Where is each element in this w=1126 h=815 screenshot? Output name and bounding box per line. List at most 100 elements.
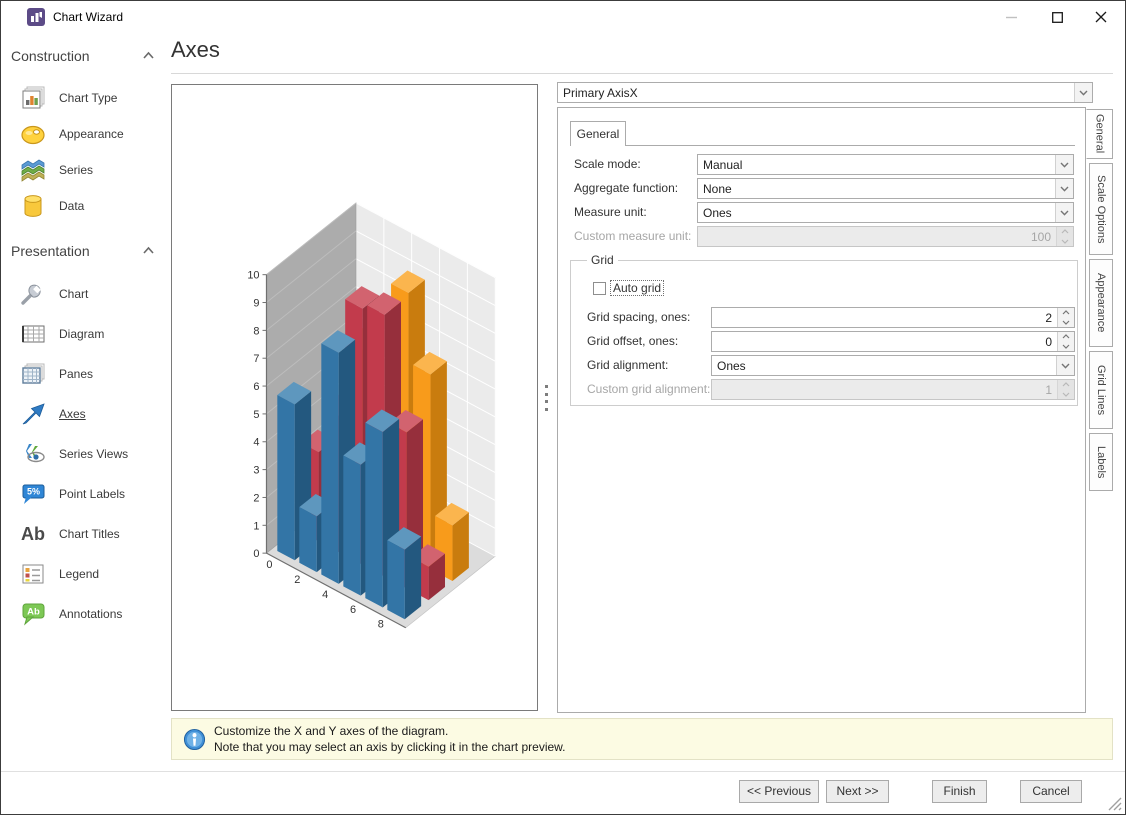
auto-grid-label: Auto grid <box>609 280 665 296</box>
previous-button[interactable]: << Previous <box>739 780 819 803</box>
sidebar-item-label: Chart Titles <box>59 527 120 541</box>
side-tab-general[interactable]: General <box>1086 109 1113 159</box>
info-text-line2: Note that you may select an axis by clic… <box>214 740 566 754</box>
chevron-down-icon <box>1079 90 1088 96</box>
chart-type-icon <box>22 86 45 109</box>
title-separator <box>171 73 1113 74</box>
spin-buttons[interactable] <box>1057 332 1074 351</box>
checkbox-icon[interactable] <box>593 281 606 295</box>
minimize-icon <box>1005 16 1017 18</box>
tab-general[interactable]: General <box>570 121 626 146</box>
side-tab-labels[interactable]: Labels <box>1089 433 1113 491</box>
sidebar-item-data[interactable]: Data <box>15 188 163 224</box>
spin-buttons <box>1057 380 1074 399</box>
spin-buttons <box>1056 227 1073 246</box>
custom-grid-alignment-spinner <box>711 379 1075 400</box>
group-presentation[interactable]: Presentation <box>11 238 161 264</box>
dropdown-button[interactable] <box>1055 179 1073 198</box>
footer-separator <box>1 771 1125 772</box>
scale-mode-combo[interactable] <box>697 154 1074 175</box>
side-tab-grid-lines[interactable]: Grid Lines <box>1089 351 1113 429</box>
next-button[interactable]: Next >> <box>826 780 889 803</box>
group-construction[interactable]: Construction <box>11 43 161 69</box>
dropdown-button[interactable] <box>1055 155 1073 174</box>
svg-text:6: 6 <box>253 381 259 393</box>
panes-icon <box>22 363 45 384</box>
sidebar-item-label: Chart <box>59 287 89 301</box>
dropdown-button[interactable] <box>1074 83 1092 102</box>
appearance-icon <box>21 125 45 145</box>
axis-settings-panel: General Scale mode: Aggregate function: … <box>557 107 1086 713</box>
spin-down-icon <box>1062 344 1070 349</box>
grid-spacing-label: Grid spacing, ones: <box>587 310 691 324</box>
svg-text:2: 2 <box>294 574 300 586</box>
chevron-down-icon <box>1061 363 1070 369</box>
sidebar-item-label: Chart Type <box>59 91 118 105</box>
svg-text:4: 4 <box>253 437 259 449</box>
maximize-button[interactable] <box>1039 1 1075 33</box>
measure-unit-label: Measure unit: <box>574 205 647 219</box>
grid-groupbox: Grid Auto grid Grid spacing, ones: Grid … <box>570 253 1078 406</box>
finish-button[interactable]: Finish <box>932 780 987 803</box>
sidebar-item-panes[interactable]: Panes <box>15 355 163 393</box>
sidebar-item-annotations[interactable]: Ab Annotations <box>15 595 163 633</box>
sidebar-item-series-views[interactable]: Series Views <box>15 435 163 473</box>
grid-spacing-spinner[interactable] <box>711 307 1075 328</box>
grid-alignment-combo[interactable] <box>711 355 1075 376</box>
info-icon <box>183 728 206 751</box>
spin-up-icon <box>1062 310 1070 315</box>
custom-grid-alignment-value <box>712 380 1074 399</box>
sidebar-item-label: Axes <box>59 407 86 421</box>
chart-preview-3d[interactable]: 0 1 2 3 4 5 6 7 8 9 10 0 2 4 6 8 <box>172 85 537 710</box>
annotations-icon: Ab <box>22 603 45 626</box>
sidebar-item-chart[interactable]: Chart <box>15 275 163 313</box>
sidebar-item-diagram[interactable]: Diagram <box>15 315 163 353</box>
auto-grid-checkbox[interactable]: Auto grid <box>593 280 665 296</box>
sidebar-item-appearance[interactable]: Appearance <box>15 116 163 152</box>
tabstrip-border <box>570 145 1075 146</box>
group-construction-label: Construction <box>11 48 90 64</box>
aggregate-function-label: Aggregate function: <box>574 181 679 195</box>
aggregate-function-combo[interactable] <box>697 178 1074 199</box>
sidebar-item-chart-titles[interactable]: Ab Chart Titles <box>15 515 163 553</box>
chart-preview-panel[interactable]: 0 1 2 3 4 5 6 7 8 9 10 0 2 4 6 8 <box>171 84 538 711</box>
measure-unit-combo[interactable] <box>697 202 1074 223</box>
spin-buttons[interactable] <box>1057 308 1074 327</box>
splitter-handle[interactable] <box>544 385 549 411</box>
sidebar-item-chart-type[interactable]: Chart Type <box>15 80 163 116</box>
svg-text:Ab: Ab <box>21 524 45 544</box>
sidebar-item-axes[interactable]: Axes <box>15 395 163 433</box>
svg-text:0: 0 <box>253 548 259 560</box>
side-tab-appearance[interactable]: Appearance <box>1089 259 1113 347</box>
measure-unit-value[interactable] <box>698 203 1073 222</box>
spin-down-icon <box>1061 239 1069 244</box>
grid-offset-value[interactable] <box>712 332 1074 351</box>
dropdown-button[interactable] <box>1055 203 1073 222</box>
sidebar-item-label: Panes <box>59 367 94 381</box>
close-button[interactable] <box>1083 1 1119 33</box>
axis-selector-combo[interactable] <box>557 82 1093 103</box>
series-views-icon <box>23 444 45 463</box>
sidebar-item-label: Data <box>59 199 85 213</box>
chevron-down-icon <box>1060 162 1069 168</box>
minimize-button[interactable] <box>993 1 1029 33</box>
grid-alignment-value[interactable] <box>712 356 1074 375</box>
sidebar-item-label: Series Views <box>59 447 129 461</box>
grid-spacing-value[interactable] <box>712 308 1074 327</box>
sidebar-item-series[interactable]: Series <box>15 152 163 188</box>
sidebar-item-legend[interactable]: Legend <box>15 555 163 593</box>
title-bar[interactable]: Chart Wizard <box>1 1 1125 33</box>
cancel-button[interactable]: Cancel <box>1020 780 1082 803</box>
side-tab-scale-options[interactable]: Scale Options <box>1089 163 1113 255</box>
dropdown-button[interactable] <box>1056 356 1074 375</box>
svg-text:8: 8 <box>378 619 384 631</box>
data-icon <box>24 195 42 217</box>
scale-mode-value[interactable] <box>698 155 1073 174</box>
resize-grip[interactable] <box>1107 796 1122 811</box>
grid-offset-spinner[interactable] <box>711 331 1075 352</box>
sidebar-item-label: Appearance <box>59 127 124 141</box>
sidebar-item-point-labels[interactable]: 5% Point Labels <box>15 475 163 513</box>
scale-mode-label: Scale mode: <box>574 157 641 171</box>
aggregate-function-value[interactable] <box>698 179 1073 198</box>
axis-selector-value[interactable] <box>558 83 1092 102</box>
